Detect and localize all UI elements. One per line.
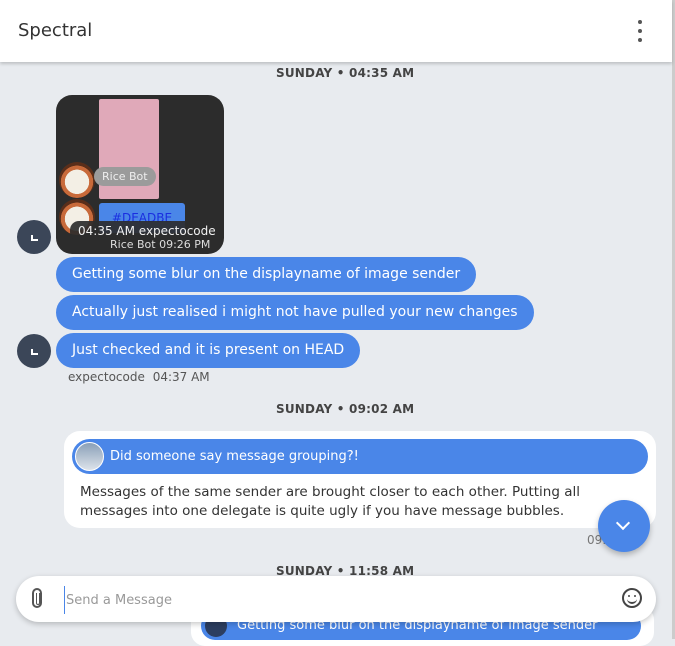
reply-message[interactable]: Did someone say message grouping?! Messa… [64,431,656,528]
emoji-icon[interactable] [622,588,642,608]
avatar[interactable] [17,220,51,254]
avatar[interactable] [17,334,51,368]
date-separator: SUNDAY • 04:35 AM [276,66,415,80]
app-header: Spectral [0,0,672,62]
message-bubble[interactable]: Getting some blur on the displayname of … [56,257,477,292]
message-input[interactable] [64,586,588,614]
image-sub-sender: Rice Bot 09:26 PM [110,238,211,251]
avatar [75,442,104,471]
message-bubble[interactable]: Just checked and it is present on HEAD [56,333,361,368]
message-meta: expectocode 04:37 AM [68,370,210,384]
sender-pill: Rice Bot [94,167,156,186]
app-title: Spectral [18,20,93,41]
sender-name[interactable]: expectocode [68,370,145,384]
message-body: Messages of the same sender are brought … [80,484,580,519]
paperclip-icon[interactable] [32,588,42,608]
scroll-to-bottom-button[interactable] [598,500,650,552]
message-time: 04:37 AM [152,370,210,384]
more-options-icon[interactable] [631,20,649,42]
quoted-message[interactable]: Did someone say message grouping?! [72,439,648,474]
message-composer [16,576,656,622]
image-message[interactable]: Rice Bot #DEADBE 04:35 AM expectocode Ri… [56,95,224,254]
message-bubble[interactable]: Actually just realised i might not have … [56,295,534,330]
quoted-text: Did someone say message grouping?! [110,449,359,464]
date-separator: SUNDAY • 09:02 AM [276,402,415,416]
rice-bot-avatar [59,162,95,198]
